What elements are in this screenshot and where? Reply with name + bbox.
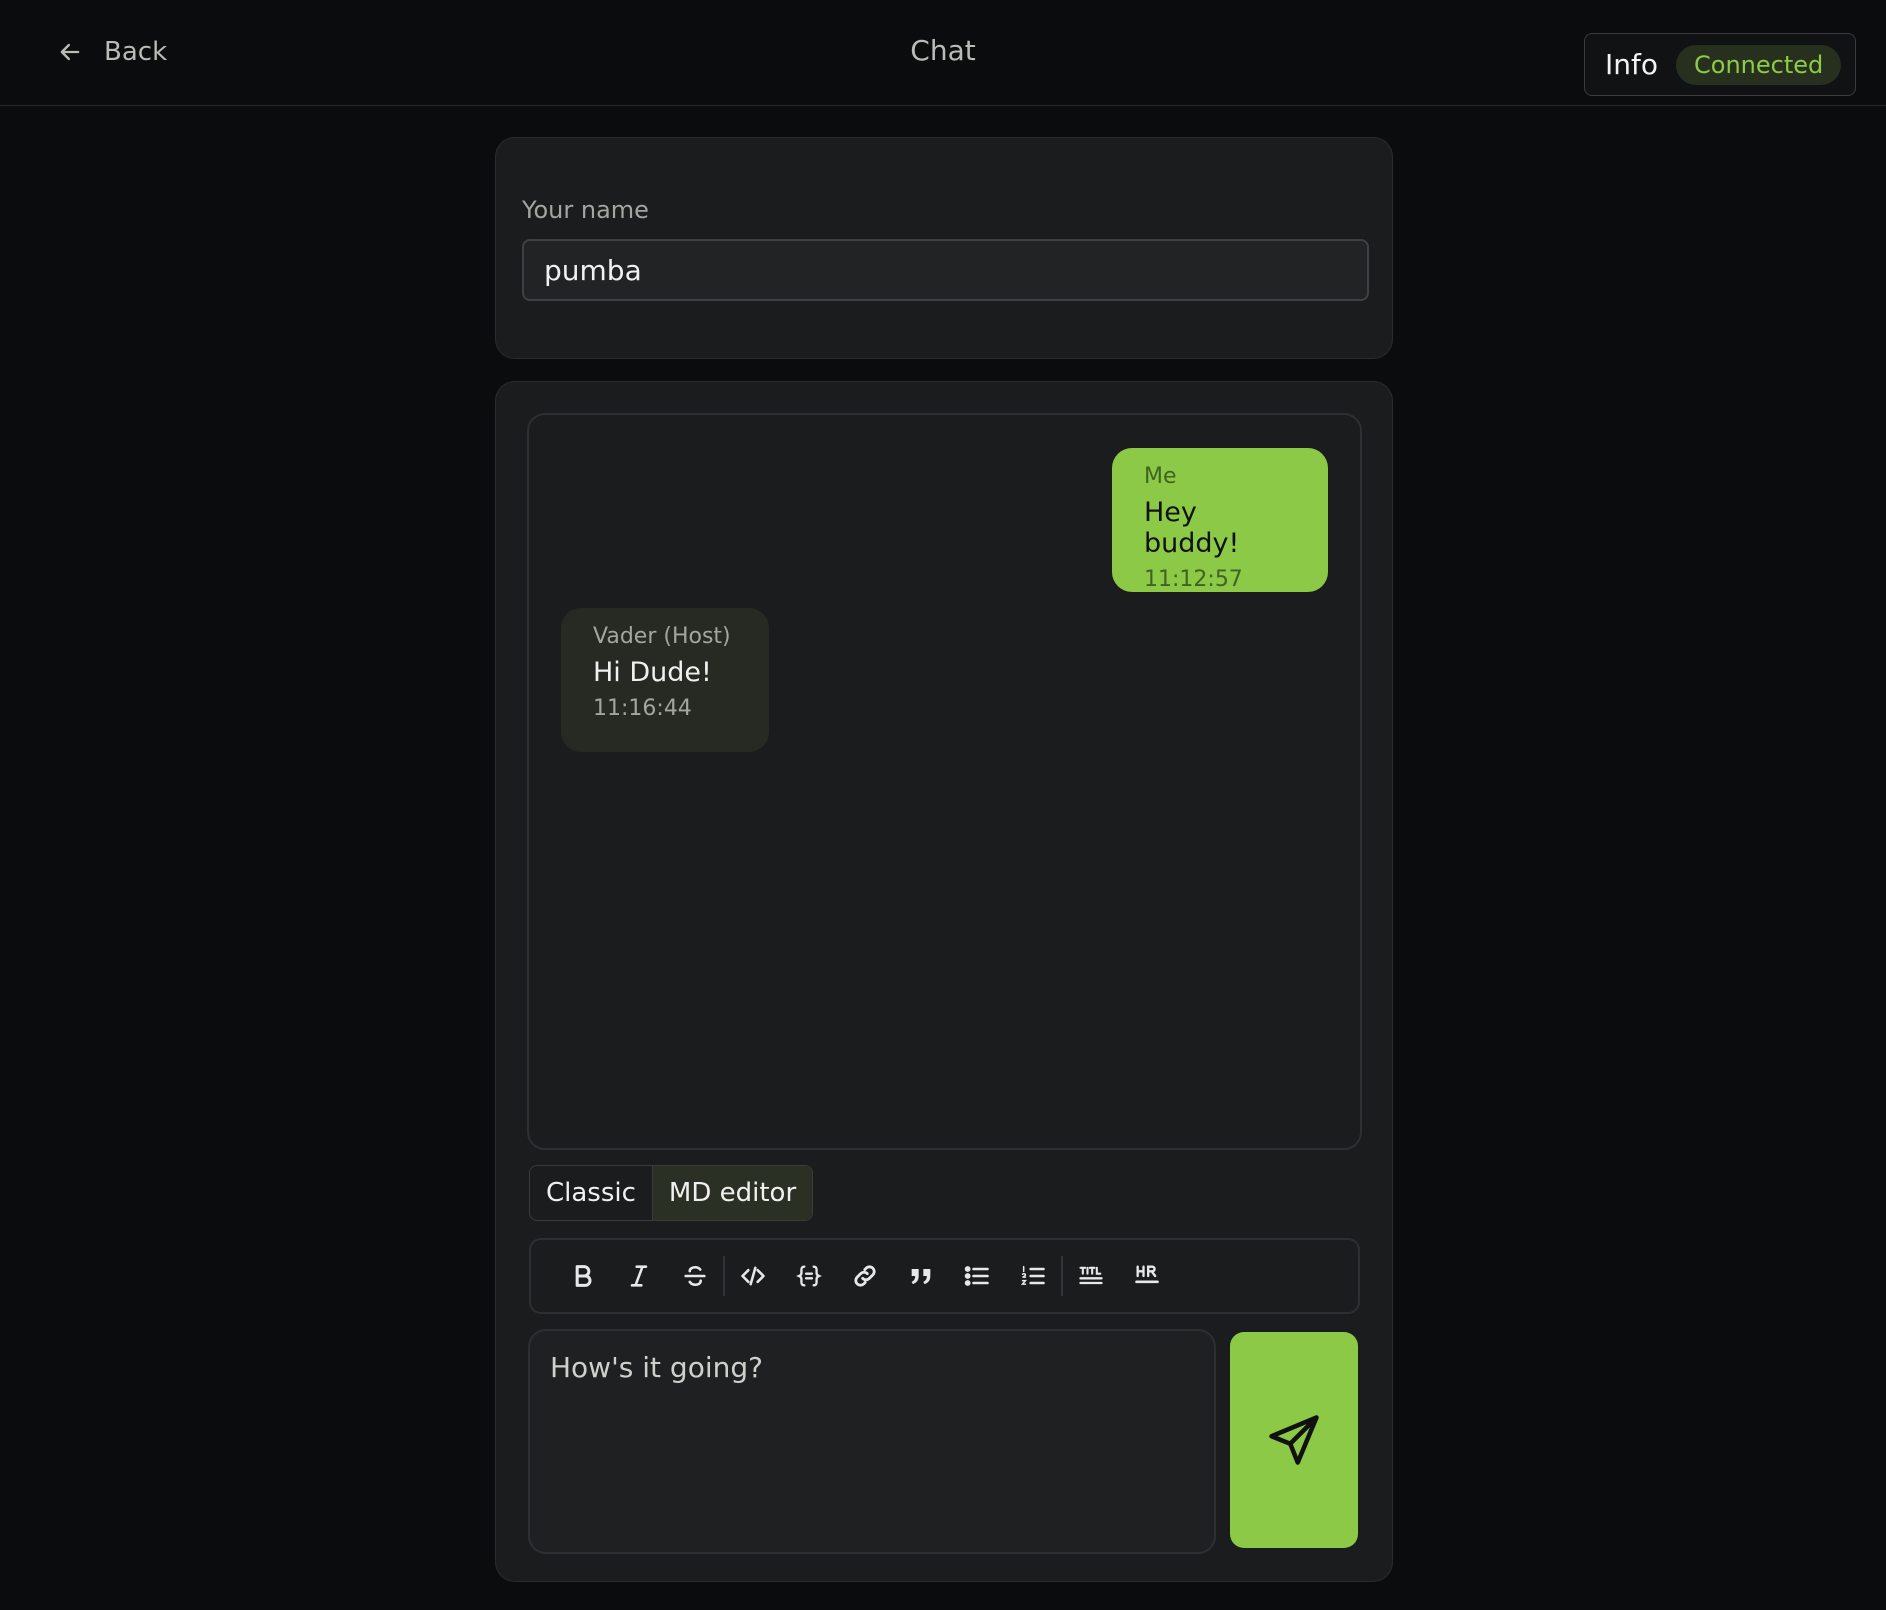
strikethrough-icon <box>684 1265 706 1287</box>
info-button[interactable]: Info Connected <box>1584 33 1856 96</box>
italic-icon <box>630 1265 648 1287</box>
markdown-toolbar <box>529 1238 1360 1314</box>
name-input[interactable] <box>522 239 1369 301</box>
strikethrough-button[interactable] <box>667 1248 723 1304</box>
editor-mode-tabs: Classic MD editor <box>529 1165 814 1221</box>
link-icon <box>854 1265 876 1287</box>
message-text: Hi Dude! <box>593 657 712 688</box>
italic-button[interactable] <box>611 1248 667 1304</box>
top-bar: Back Chat Info Connected <box>0 0 1886 106</box>
message-sender: Vader (Host) <box>593 624 731 649</box>
name-card: Your name <box>495 137 1393 359</box>
name-label: Your name <box>522 196 649 224</box>
message-text: Hey buddy! <box>1144 497 1240 559</box>
bullet-list-button[interactable] <box>949 1248 1005 1304</box>
code-icon <box>741 1266 765 1286</box>
bold-button[interactable] <box>555 1248 611 1304</box>
horizontal-rule-icon <box>1135 1265 1159 1284</box>
code-button[interactable] <box>725 1248 781 1304</box>
ordered-list-icon <box>1020 1265 1045 1285</box>
bold-icon <box>575 1265 592 1287</box>
code-block-icon <box>796 1265 822 1287</box>
message-composer[interactable]: How's it going? <box>528 1329 1216 1554</box>
horizontal-rule-button[interactable] <box>1119 1248 1175 1304</box>
message-time: 11:16:44 <box>593 696 692 721</box>
status-badge: Connected <box>1676 44 1842 85</box>
message-bubble-host: Vader (Host) Hi Dude! 11:16:44 <box>561 608 769 752</box>
code-block-button[interactable] <box>781 1248 837 1304</box>
title-button[interactable] <box>1063 1248 1119 1304</box>
bullet-list-icon <box>964 1266 989 1286</box>
title-icon <box>1079 1266 1103 1285</box>
tab-classic[interactable]: Classic <box>530 1166 652 1220</box>
message-time: 11:12:57 <box>1144 567 1243 592</box>
send-icon <box>1269 1415 1319 1465</box>
quote-button[interactable] <box>893 1248 949 1304</box>
message-sender: Me <box>1144 464 1177 489</box>
link-button[interactable] <box>837 1248 893 1304</box>
message-bubble-me: Me Hey buddy! 11:12:57 <box>1112 448 1328 592</box>
quote-icon <box>911 1269 931 1285</box>
tab-md-editor[interactable]: MD editor <box>651 1166 813 1220</box>
send-button[interactable] <box>1230 1332 1358 1548</box>
chat-card: Me Hey buddy! 11:12:57 Vader (Host) Hi D… <box>495 381 1393 1582</box>
message-list[interactable]: Me Hey buddy! 11:12:57 Vader (Host) Hi D… <box>527 413 1362 1150</box>
info-label: Info <box>1605 48 1658 81</box>
ordered-list-button[interactable] <box>1005 1248 1061 1304</box>
